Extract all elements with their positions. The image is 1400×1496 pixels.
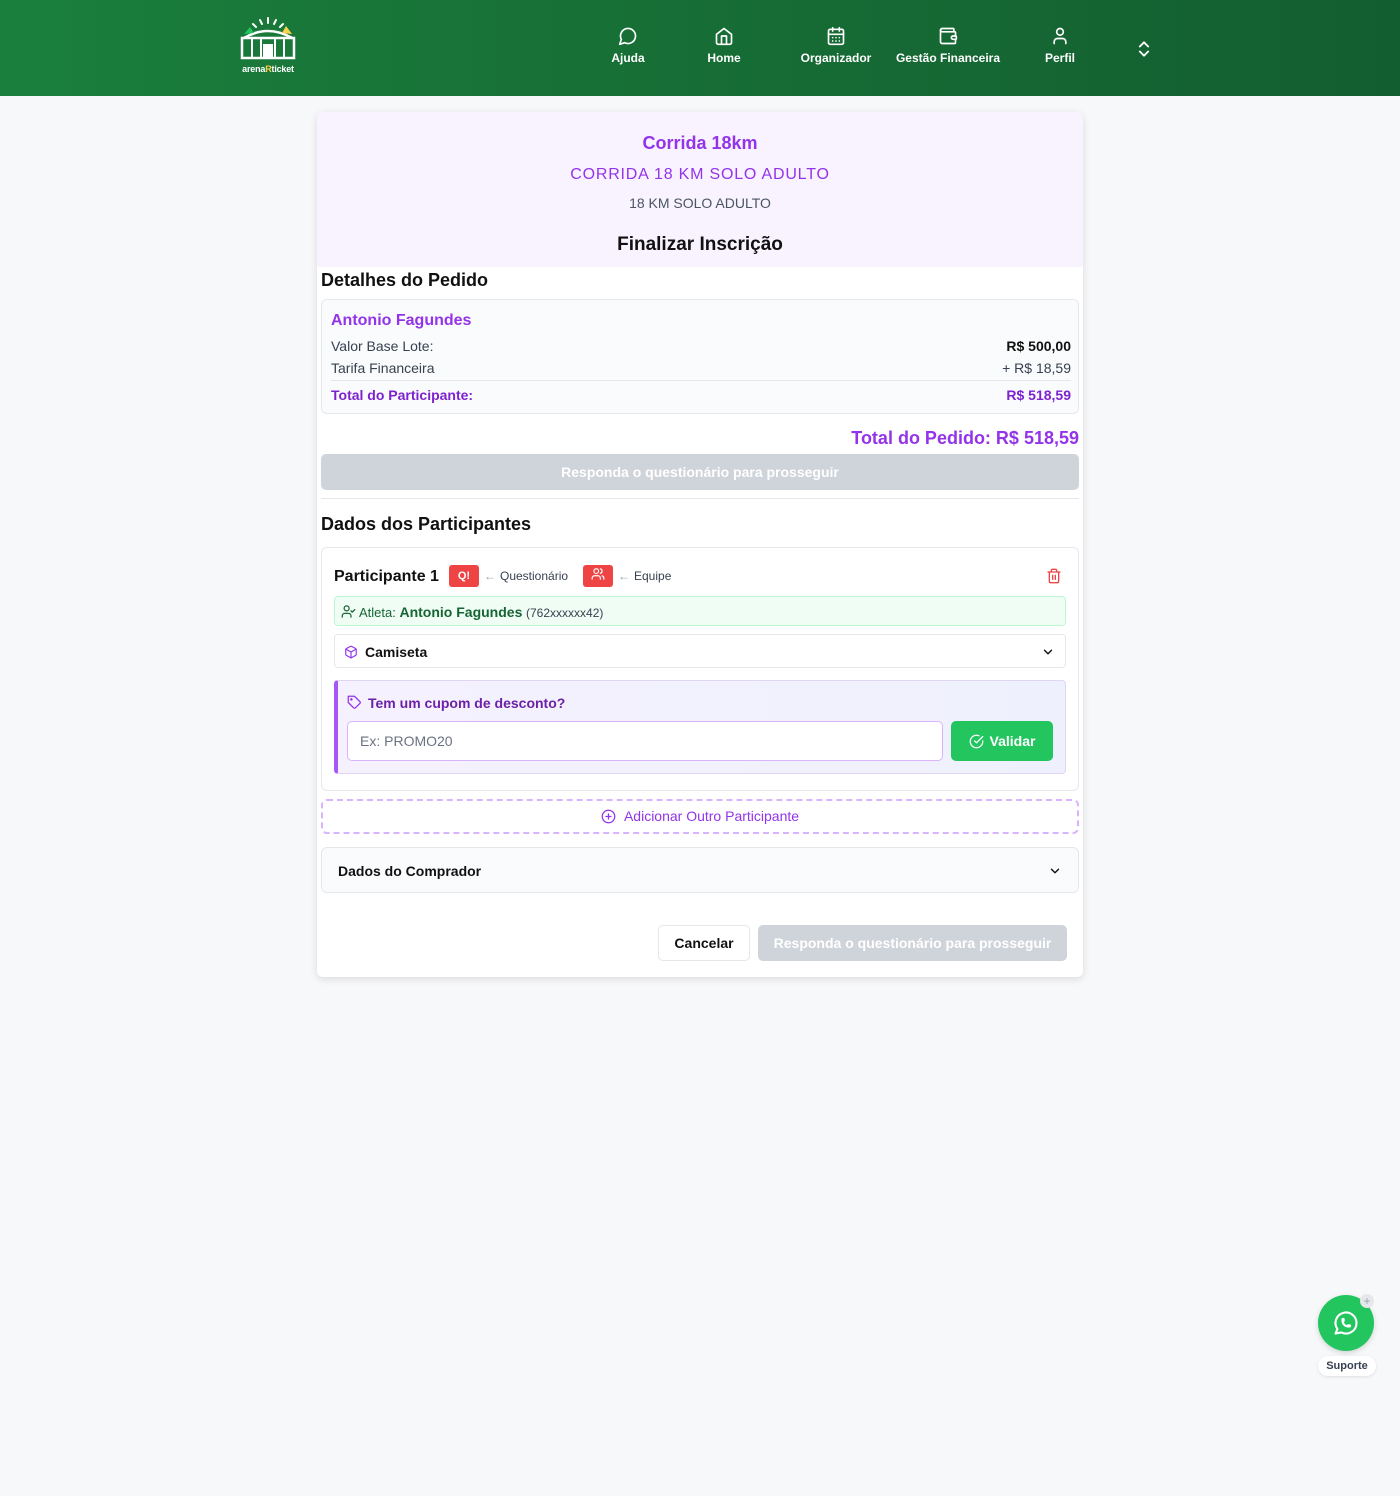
users-icon [591,568,605,580]
participant-total-value: R$ 518,59 [1006,387,1071,403]
order-participant-name: Antonio Fagundes [331,312,472,329]
participant-title: Participante 1 [334,568,439,585]
top-navbar: arenaRticket Ajuda Home Organizador Gest… [0,0,1400,96]
coupon-input[interactable] [347,721,943,761]
nav-perfil-label: Perfil [1044,51,1075,65]
whatsapp-icon [1334,1311,1358,1335]
order-row-base-value: R$ 500,00 [1006,338,1071,354]
nav-gestao-financeira[interactable]: Gestão Financeira [892,26,1004,70]
questionnaire-label: Questionário [500,569,569,583]
event-header: Corrida 18km CORRIDA 18 KM SOLO ADULTO 1… [317,112,1083,267]
order-row-fee-value: + R$ 18,59 [1002,360,1071,376]
athlete-document: (762xxxxxx42) [526,606,604,620]
check-circle-icon [969,734,983,749]
order-details-title: Detalhes do Pedido [321,270,489,290]
order-row-fee: Tarifa Financeira + R$ 18,59 [331,360,1071,376]
order-total: Total do Pedido: R$ 518,59 [851,428,1079,448]
athlete-prefix: Atleta: [359,605,396,620]
shirt-label: Camiseta [365,644,428,660]
registration-card: Corrida 18km CORRIDA 18 KM SOLO ADULTO 1… [317,112,1083,977]
arena-r-ticket-logo[interactable]: arenaRticket [234,16,302,76]
participant-total-label: Total do Participante: [331,387,474,403]
remove-participant-button[interactable] [1046,568,1062,589]
support-label: Suporte [1318,1356,1376,1376]
wallet-icon [939,27,958,45]
team-hint: ← Equipe [618,569,671,583]
chat-bubble-icon [618,27,637,46]
cancel-button[interactable]: Cancelar [658,925,750,961]
nav-gestao-financeira-label: Gestão Financeira [895,51,1001,65]
participant-card: Participante 1 Q! ← Questionário ← Equipe … [321,547,1079,791]
home-icon [715,27,733,46]
support-plus-badge[interactable]: + [1360,1294,1374,1308]
stadium-logo-icon [240,17,296,60]
chevrons-up-down-button[interactable] [1134,38,1154,65]
nav-perfil[interactable]: Perfil [1036,26,1084,70]
arrow-left-icon: ← [618,569,630,583]
nav-organizador-label: Organizador [800,51,872,65]
buyer-data-label: Dados do Comprador [338,863,482,879]
nav-ajuda[interactable]: Ajuda [604,26,652,70]
proceed-button-bottom[interactable]: Responda o questionário para prosseguir [758,925,1067,961]
order-divider [331,380,1071,381]
order-row-fee-label: Tarifa Financeira [331,360,435,376]
nav-home[interactable]: Home [700,26,748,70]
nav-ajuda-label: Ajuda [611,51,645,65]
calendar-icon [827,26,845,46]
team-label: Equipe [634,569,672,583]
chevrons-up-down-icon [1138,41,1150,57]
package-icon [345,645,357,659]
event-subcategory: 18 KM SOLO ADULTO [629,195,771,211]
athlete-name: Antonio Fagundes [399,604,523,620]
proceed-button-top[interactable]: Responda o questionário para prosseguir [321,454,1079,490]
nav-organizador[interactable]: Organizador [796,26,876,70]
arrow-left-icon: ← [484,569,496,583]
user-check-icon [341,605,356,618]
validate-label: Validar [989,733,1036,749]
event-category: CORRIDA 18 KM SOLO ADULTO [570,166,830,183]
validate-coupon-button[interactable]: Validar [951,721,1053,761]
section-divider [321,498,1079,499]
chevron-down-icon [1050,868,1060,874]
team-badge[interactable] [583,565,613,587]
trash-icon [1047,568,1061,584]
buyer-data-accordion[interactable]: Dados do Comprador [321,847,1079,893]
chevron-down-icon [1043,649,1053,655]
tag-icon [347,695,361,709]
coupon-title: Tem um cupom de desconto? [368,695,566,711]
nav-home-label: Home [707,51,741,65]
athlete-info: Atleta: Antonio Fagundes (762xxxxxx42) [334,596,1066,626]
add-participant-label: Adicionar Outro Participante [623,808,800,824]
athlete-text: Atleta: Antonio Fagundes (762xxxxxx42) [359,604,603,620]
participants-title: Dados dos Participantes [321,514,532,534]
page-title: Finalizar Inscrição [617,234,783,255]
questionnaire-hint: ← Questionário [484,569,568,583]
event-title: Corrida 18km [642,133,758,153]
add-participant-button[interactable]: Adicionar Outro Participante [321,799,1079,834]
participant-total-row: Total do Participante: R$ 518,59 [331,387,1071,403]
shirt-accordion[interactable]: Camiseta [334,634,1066,668]
coupon-box: Tem um cupom de desconto? Validar [334,680,1066,774]
logo-wordmark: arenaRticket [242,64,294,74]
questionnaire-badge[interactable]: Q! [449,565,479,587]
plus-circle-icon [601,809,616,824]
order-row-base-label: Valor Base Lote: [331,338,434,354]
user-icon [1053,27,1067,45]
order-row-base: Valor Base Lote: R$ 500,00 [331,338,1071,354]
order-summary-box: Antonio Fagundes Valor Base Lote: R$ 500… [321,299,1079,414]
